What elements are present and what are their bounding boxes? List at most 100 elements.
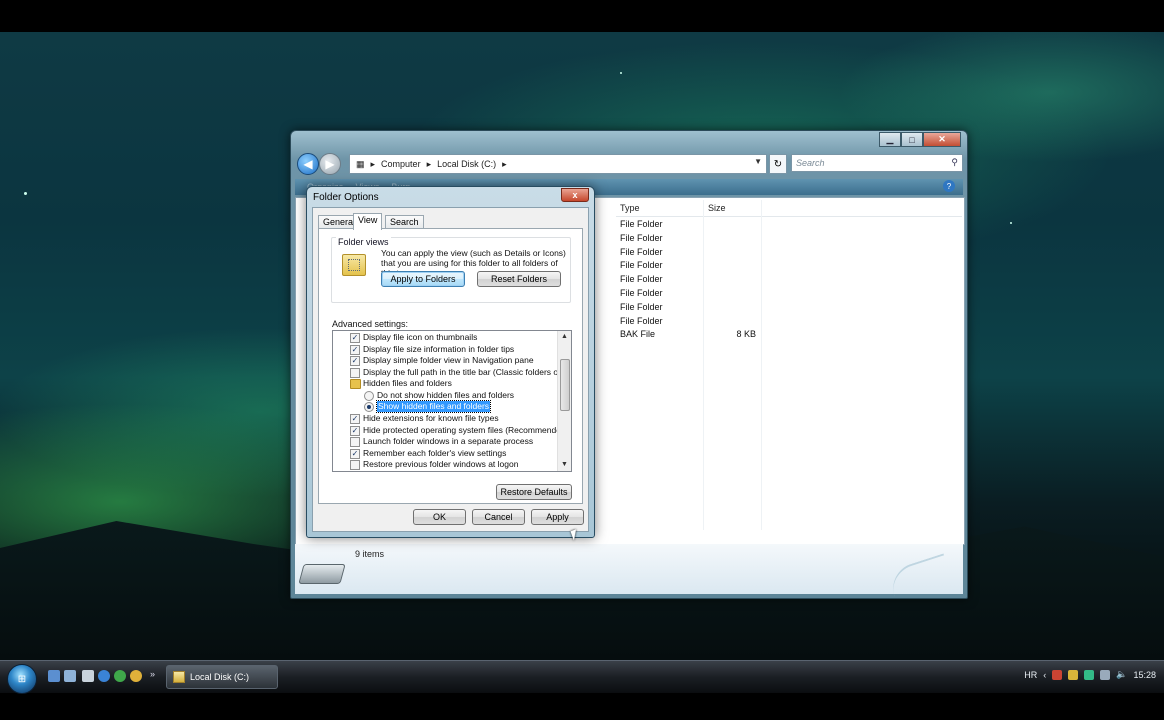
- apply-to-folders-button[interactable]: Apply to Folders: [381, 271, 465, 287]
- setting-hide-extensions[interactable]: ✓ Hide extensions for known file types: [333, 413, 557, 424]
- view-tab-page: Folder views You can apply the view (suc…: [318, 228, 583, 504]
- setting-label-selected: Show hidden files and folders: [375, 400, 492, 413]
- tray-icon[interactable]: [1052, 669, 1063, 680]
- apply-button[interactable]: Apply: [531, 509, 584, 525]
- radio-selected[interactable]: [364, 402, 374, 412]
- row-type[interactable]: File Folder: [620, 316, 663, 326]
- clock[interactable]: 15:28: [1133, 670, 1156, 680]
- setting-label: Hidden files and folders: [363, 378, 452, 388]
- row-type[interactable]: File Folder: [620, 233, 663, 243]
- language-indicator[interactable]: HR: [1024, 670, 1037, 680]
- row-type[interactable]: File Folder: [620, 260, 663, 270]
- browser-icon[interactable]: [98, 670, 110, 682]
- star-dot: [1010, 222, 1012, 224]
- row-type[interactable]: File Folder: [620, 219, 663, 229]
- folder-views-legend: Folder views: [336, 237, 391, 247]
- setting-separate-process[interactable]: Launch folder windows in a separate proc…: [333, 436, 557, 447]
- row-size: 8 KB: [736, 329, 756, 339]
- setting-label: Display simple folder view in Navigation…: [363, 355, 534, 365]
- scroll-down-icon[interactable]: ▼: [558, 459, 571, 471]
- taskbar-window-button[interactable]: Local Disk (C:): [166, 665, 278, 689]
- volume-icon[interactable]: 🔈: [1116, 669, 1127, 680]
- reset-folders-button[interactable]: Reset Folders: [477, 271, 561, 287]
- scroll-thumb[interactable]: [560, 359, 570, 411]
- start-button[interactable]: ⊞: [7, 664, 37, 694]
- setting-restore-windows[interactable]: Restore previous folder windows at logon: [333, 459, 557, 470]
- checkbox-unchecked[interactable]: [350, 460, 360, 470]
- checkbox-checked[interactable]: ✓: [350, 449, 360, 459]
- address-dropdown-icon[interactable]: ▼: [754, 157, 762, 166]
- network-icon[interactable]: [1100, 669, 1111, 680]
- maximize-button[interactable]: □: [901, 132, 923, 147]
- hard-drive-icon: [298, 564, 346, 584]
- checkbox-checked[interactable]: ✓: [350, 356, 360, 366]
- refresh-icon[interactable]: ↻: [769, 154, 787, 174]
- column-size[interactable]: Size: [708, 203, 726, 213]
- computer-icon: ▦: [356, 158, 365, 169]
- dialog-body: General View Search Folder views You can…: [312, 207, 589, 532]
- breadcrumb-computer[interactable]: Computer: [381, 159, 421, 169]
- app-icon[interactable]: [114, 670, 126, 682]
- setting-remember-view[interactable]: ✓ Remember each folder's view settings: [333, 448, 557, 459]
- checkbox-checked[interactable]: ✓: [350, 414, 360, 424]
- chrome-icon[interactable]: [130, 670, 142, 682]
- setting-full-path[interactable]: Display the full path in the title bar (…: [333, 367, 571, 378]
- tray-icon[interactable]: [1068, 669, 1079, 680]
- restore-defaults-button[interactable]: Restore Defaults: [496, 484, 572, 500]
- help-icon[interactable]: ?: [943, 180, 955, 192]
- breadcrumb-separator: ▸: [370, 158, 376, 169]
- setting-display-file-size[interactable]: ✓ Display file size information in folde…: [333, 344, 557, 355]
- column-type[interactable]: Type: [620, 203, 640, 213]
- search-input[interactable]: Search ⚲: [791, 154, 963, 172]
- row-type[interactable]: BAK File: [620, 329, 655, 339]
- setting-hidden-files-group: Hidden files and folders: [333, 378, 557, 389]
- column-divider: [703, 200, 704, 530]
- advanced-settings-list[interactable]: ✓ Display file icon on thumbnails ✓ Disp…: [332, 330, 572, 472]
- show-desktop-icon[interactable]: [48, 670, 60, 682]
- checkbox-checked[interactable]: ✓: [350, 345, 360, 355]
- checkbox-unchecked[interactable]: [350, 437, 360, 447]
- details-decoration: [886, 553, 952, 597]
- checkbox-unchecked[interactable]: [350, 368, 360, 378]
- setting-display-file-icon[interactable]: ✓ Display file icon on thumbnails: [333, 332, 557, 343]
- ok-button[interactable]: OK: [413, 509, 466, 525]
- setting-hide-protected[interactable]: ✓ Hide protected operating system files …: [333, 425, 569, 436]
- checkbox-checked[interactable]: ✓: [350, 426, 360, 436]
- settings-scrollbar[interactable]: ▲ ▼: [557, 331, 571, 471]
- minimize-button[interactable]: ▁: [879, 132, 901, 147]
- row-type[interactable]: File Folder: [620, 247, 663, 257]
- cancel-button[interactable]: Cancel: [472, 509, 525, 525]
- back-button[interactable]: ◀: [297, 153, 319, 175]
- setting-label: Hide protected operating system files (R…: [363, 425, 569, 435]
- column-divider: [761, 200, 762, 530]
- setting-label: Remember each folder's view settings: [363, 448, 507, 458]
- setting-show-hidden[interactable]: Show hidden files and folders: [333, 400, 557, 413]
- explorer-quicklaunch-icon[interactable]: [82, 670, 94, 682]
- dialog-close-button[interactable]: x: [561, 188, 589, 202]
- row-type[interactable]: File Folder: [620, 288, 663, 298]
- forward-button[interactable]: ▶: [319, 153, 341, 175]
- close-button[interactable]: ✕: [923, 132, 961, 147]
- chevron-right-icon[interactable]: »: [150, 669, 162, 681]
- setting-label: Hide extensions for known file types: [363, 413, 499, 423]
- breadcrumb-local-disk[interactable]: Local Disk (C:): [437, 159, 496, 169]
- search-icon[interactable]: ⚲: [951, 157, 958, 168]
- column-header: Type Size: [616, 200, 962, 217]
- chevron-left-icon[interactable]: ‹: [1043, 670, 1046, 680]
- folder-icon: [350, 379, 361, 389]
- breadcrumb-separator: ▸: [426, 158, 432, 169]
- row-type[interactable]: File Folder: [620, 302, 663, 312]
- checkbox-checked[interactable]: ✓: [350, 333, 360, 343]
- setting-do-not-show-hidden[interactable]: Do not show hidden files and folders: [333, 390, 557, 401]
- address-bar[interactable]: ▦ ▸ Computer ▸ Local Disk (C:) ▸ ▼: [349, 154, 767, 174]
- setting-label: Display the full path in the title bar (…: [363, 367, 572, 377]
- setting-simple-folder-view[interactable]: ✓ Display simple folder view in Navigati…: [333, 355, 557, 366]
- row-type[interactable]: File Folder: [620, 274, 663, 284]
- tab-view[interactable]: View: [353, 213, 383, 230]
- scroll-up-icon[interactable]: ▲: [558, 331, 571, 343]
- tray-icon[interactable]: [1084, 669, 1095, 680]
- folder-icon: [173, 671, 185, 683]
- radio-unselected[interactable]: [364, 391, 374, 401]
- switch-windows-icon[interactable]: [64, 670, 76, 682]
- tab-search[interactable]: Search: [385, 215, 424, 229]
